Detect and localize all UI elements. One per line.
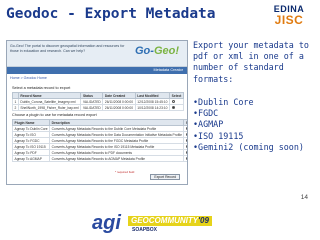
geocommunity-band: GEOCOMMUNITY'09 — [128, 216, 212, 226]
select-cell — [169, 104, 184, 111]
export-record-button[interactable]: Export Record — [150, 174, 180, 180]
table-cell: ShellNorth_1998_Fisher_Ruler_bay.xml — [17, 104, 82, 111]
jisc-logo-text: JISC — [274, 13, 304, 27]
select-record-heading: Select a metadata record to export — [12, 86, 71, 90]
sponsor-text: SOAPBOX — [132, 227, 158, 233]
select-radio[interactable] — [185, 133, 187, 137]
required-field-note: * required field — [115, 169, 135, 174]
agi-geocommunity-logo: agi GEOCOMMUNITY'09 SOAPBOX — [88, 212, 236, 236]
top-nav-bar: Metadata Creator — [7, 67, 187, 74]
gogeo-logo-a: Go- — [134, 45, 154, 57]
geocommunity-year: '09 — [198, 216, 209, 225]
record-row[interactable]: 2 ShellNorth_1998_Fisher_Ruler_bay.xml VAL… — [12, 104, 184, 111]
format-item: •FGDC — [193, 108, 219, 119]
export-description: Export your metadata to pdf or xml in on… — [193, 40, 309, 84]
select-radio[interactable] — [185, 145, 187, 149]
select-cell — [183, 155, 187, 162]
table-cell: 26/11/2008 0:00:00 — [102, 104, 136, 111]
format-item: •Gemini2 (coming soon) — [193, 141, 304, 152]
table-cell: Converts Agmap Metadata Records to AGMAP… — [49, 155, 185, 162]
plugin-row[interactable]: Agmap To AGMAP Converts Agmap Metadata Re… — [11, 155, 187, 162]
select-radio[interactable] — [185, 139, 187, 143]
breadcrumb[interactable]: Home > Geodoc Home — [10, 76, 47, 80]
records-table: Record Name Status Date Created Last Modifi… — [12, 92, 184, 111]
format-item: •Dublin Core — [193, 97, 254, 107]
gogeo-banner: Go-Geo! The portal to discover geospatia… — [7, 41, 187, 67]
table-cell: VALIDATED — [80, 104, 104, 111]
select-radio[interactable] — [185, 151, 187, 155]
format-item: •AGMAP — [193, 119, 224, 130]
nav-metadata-creator-link[interactable]: Metadata Creator — [153, 68, 183, 72]
select-radio[interactable] — [171, 106, 175, 110]
table-cell: 10/12/2008 14:23:10 — [134, 104, 171, 111]
edina-jisc-logo: EDINA JISC — [266, 4, 312, 27]
choose-plugin-heading: Choose a plugin to use for metadata reco… — [12, 113, 97, 117]
select-radio[interactable] — [171, 100, 175, 104]
select-radio[interactable] — [185, 127, 187, 131]
format-item: •ISO 19115 — [193, 130, 244, 141]
slide-title: Geodoc - Export Metadata — [6, 6, 216, 22]
plugins-table: Plugin NameDescriptionSelect Agmap To Du… — [11, 119, 187, 162]
table-cell: Agmap To AGMAP — [11, 155, 51, 162]
banner-text: Go-Geo! The portal to discover geospatia… — [10, 44, 125, 53]
gogeo-logo-b: Geo! — [153, 45, 179, 57]
select-radio[interactable] — [185, 157, 187, 161]
gogeo-logo[interactable]: Go-Geo! — [135, 45, 179, 57]
format-list: •Dublin Core •FGDC •AGMAP •ISO 19115 •Gemini… — [193, 97, 317, 153]
geodoc-export-screenshot: Go-Geo! The portal to discover geospatia… — [6, 40, 188, 185]
geocommunity-text: GEOCOMMUNITY — [131, 216, 199, 225]
agi-logo-text: agi — [92, 212, 121, 234]
page-number: 14 — [300, 194, 308, 201]
